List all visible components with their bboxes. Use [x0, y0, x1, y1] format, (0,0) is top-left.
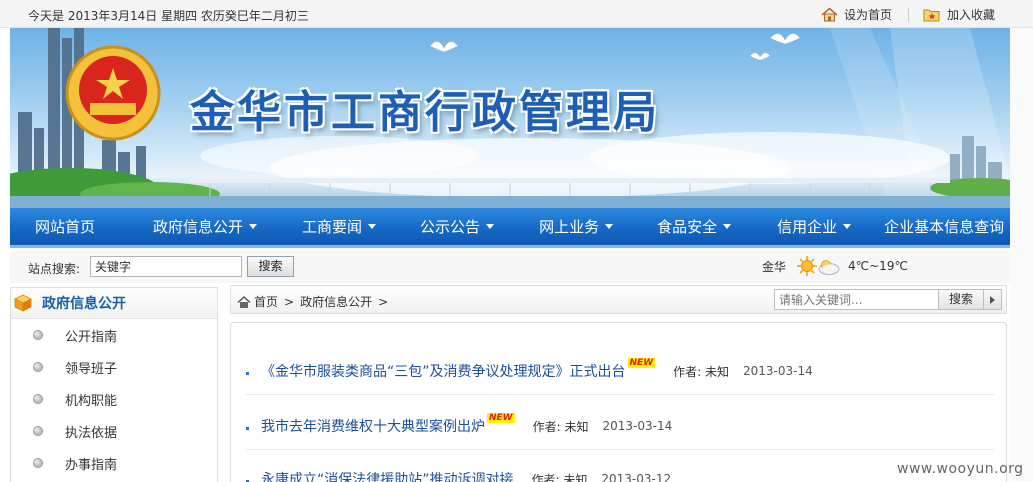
news-date: 2013-03-14 [602, 419, 673, 433]
news-date: 2013-03-12 [601, 472, 672, 482]
bullet-icon [33, 458, 43, 468]
sidebar-item-label: 执法依据 [65, 425, 118, 441]
nav-home-label: 网站首页 [35, 218, 96, 236]
sidebar-header: 政府信息公开 [11, 288, 217, 319]
nav-online-services[interactable]: 网上业务 [539, 208, 614, 245]
sunny-cloudy-icon [797, 256, 840, 276]
bullet-icon [33, 362, 43, 372]
breadcrumb-separator: > [284, 294, 295, 309]
new-badge: NEW [627, 358, 656, 368]
nav-food-safety-label: 食品安全 [657, 218, 718, 236]
chevron-down-icon [249, 224, 258, 229]
top-links: 设为首页 加入收藏 [821, 6, 995, 23]
sidebar-item-functions[interactable]: 机构职能 [11, 383, 217, 415]
sidebar: 政府信息公开 公开指南 领导班子 机构职能 执法依据 办事指南 [10, 287, 218, 482]
chevron-down-icon [723, 224, 732, 229]
news-author: 作者: 未知 [532, 419, 589, 434]
nav-news-label: 工商要闻 [302, 218, 363, 236]
nav-notices-label: 公示公告 [420, 218, 481, 236]
site-search-button[interactable]: 搜索 [247, 256, 294, 277]
news-author: 作者: 未知 [673, 364, 729, 379]
favorite-folder-icon [923, 9, 940, 22]
sidebar-item-label: 机构职能 [65, 393, 118, 409]
new-badge: NEW [487, 413, 515, 423]
header-banner: 金华市工商行政管理局 [10, 28, 1010, 208]
top-links-divider [907, 7, 909, 22]
add-favorite-link[interactable]: 加入收藏 [923, 6, 995, 23]
nav-food-safety[interactable]: 食品安全 [657, 208, 732, 245]
news-item: 永康成立“消保法律援助站”推动诉调对接 作者: 未知 2013-03-12 [246, 469, 996, 482]
breadcrumb-current[interactable]: 政府信息公开 [300, 293, 372, 310]
nav-gov-info[interactable]: 政府信息公开 [153, 208, 258, 245]
box-icon [14, 294, 32, 312]
home-icon [821, 7, 838, 22]
nav-gov-info-label: 政府信息公开 [153, 218, 244, 236]
sidebar-item-service-guide[interactable]: 办事指南 [11, 447, 217, 479]
sidebar-item-leadership[interactable]: 领导班子 [11, 351, 217, 383]
chevron-down-icon [486, 224, 495, 229]
weather-city: 金华 [762, 259, 787, 274]
nav-home[interactable]: 网站首页 [35, 208, 95, 245]
news-author: 作者: 未知 [531, 472, 588, 482]
site-search-bar: 站点搜索: 搜索 金华 4℃~19℃ [10, 251, 1010, 283]
site-title: 金华市工商行政管理局 [190, 87, 660, 138]
bullet-icon [246, 426, 249, 430]
divider [246, 449, 994, 450]
sidebar-title: 政府信息公开 [42, 296, 126, 312]
set-homepage-link[interactable]: 设为首页 [821, 6, 892, 23]
add-favorite-label: 加入收藏 [946, 8, 995, 22]
news-list-panel: 《金华市服装类商品“三包”及消费争议处理规定》正式出台 NEW 作者: 未知 2… [230, 322, 1007, 482]
right-gutter [1010, 28, 1033, 482]
bullet-icon [33, 426, 43, 436]
news-title-link[interactable]: 永康成立“消保法律援助站”推动诉调对接 [261, 469, 514, 482]
bullet-icon [246, 371, 249, 375]
bullet-icon [33, 394, 43, 404]
emblem-icon [65, 45, 161, 141]
nav-online-services-label: 网上业务 [539, 218, 600, 236]
content-search-button[interactable]: 搜索 [939, 289, 984, 310]
set-homepage-label: 设为首页 [843, 8, 892, 22]
nav-enterprise-query-label: 企业基本信息查询 [884, 218, 1005, 236]
content-search-input[interactable] [774, 289, 939, 310]
main-navigation: 网站首页 政府信息公开 工商要闻 公示公告 网上业务 食品安全 信用企业 企业基… [10, 208, 1010, 248]
home-icon [237, 295, 251, 308]
nav-news[interactable]: 工商要闻 [302, 208, 377, 245]
chevron-down-icon [605, 224, 614, 229]
breadcrumb: 首页 > 政府信息公开 > [237, 293, 394, 310]
chevron-down-icon [368, 224, 377, 229]
sidebar-item-label: 公开指南 [65, 329, 118, 345]
news-item: 《金华市服装类商品“三包”及消费争议处理规定》正式出台 NEW 作者: 未知 2… [246, 358, 996, 395]
watermark-text: www.wooyun.org [897, 461, 1024, 477]
news-title-link[interactable]: 我市去年消费维权十大典型案例出炉 [261, 416, 485, 436]
sidebar-item-label: 领导班子 [65, 361, 118, 377]
chevron-down-icon [843, 224, 852, 229]
news-date: 2013-03-14 [742, 364, 813, 378]
weather-widget: 金华 4℃~19℃ [762, 255, 908, 277]
site-search-input[interactable] [90, 256, 242, 277]
bullet-icon [33, 330, 43, 340]
news-item: 我市去年消费维权十大典型案例出炉 NEW 作者: 未知 2013-03-14 [246, 413, 996, 450]
weather-temperature: 4℃~19℃ [848, 259, 908, 273]
breadcrumb-home[interactable]: 首页 [254, 293, 278, 310]
news-title-link[interactable]: 《金华市服装类商品“三包”及消费争议处理规定》正式出台 [261, 361, 626, 381]
sidebar-item-legal-basis[interactable]: 执法依据 [11, 415, 217, 447]
sidebar-item-label: 办事指南 [65, 457, 118, 473]
breadcrumb-separator: > [378, 294, 389, 309]
breadcrumb-bar: 首页 > 政府信息公开 > 搜索 [230, 285, 1007, 314]
sidebar-item-disclosure-guide[interactable]: 公开指南 [11, 319, 217, 351]
nav-enterprise-query[interactable]: 企业基本信息查询 [884, 208, 1004, 245]
nav-notices[interactable]: 公示公告 [420, 208, 495, 245]
divider [246, 394, 994, 395]
current-date-text: 今天是 2013年3月14日 星期四 农历癸巳年二月初三 [28, 9, 309, 23]
top-info-bar: 今天是 2013年3月14日 星期四 农历癸巳年二月初三 设为首页 加入收藏 [0, 0, 1033, 28]
nav-credit-enterprise[interactable]: 信用企业 [777, 208, 852, 245]
nav-credit-enterprise-label: 信用企业 [777, 218, 838, 236]
site-search-label: 站点搜索: [28, 262, 81, 276]
advanced-search-arrow-icon[interactable] [984, 289, 1002, 310]
